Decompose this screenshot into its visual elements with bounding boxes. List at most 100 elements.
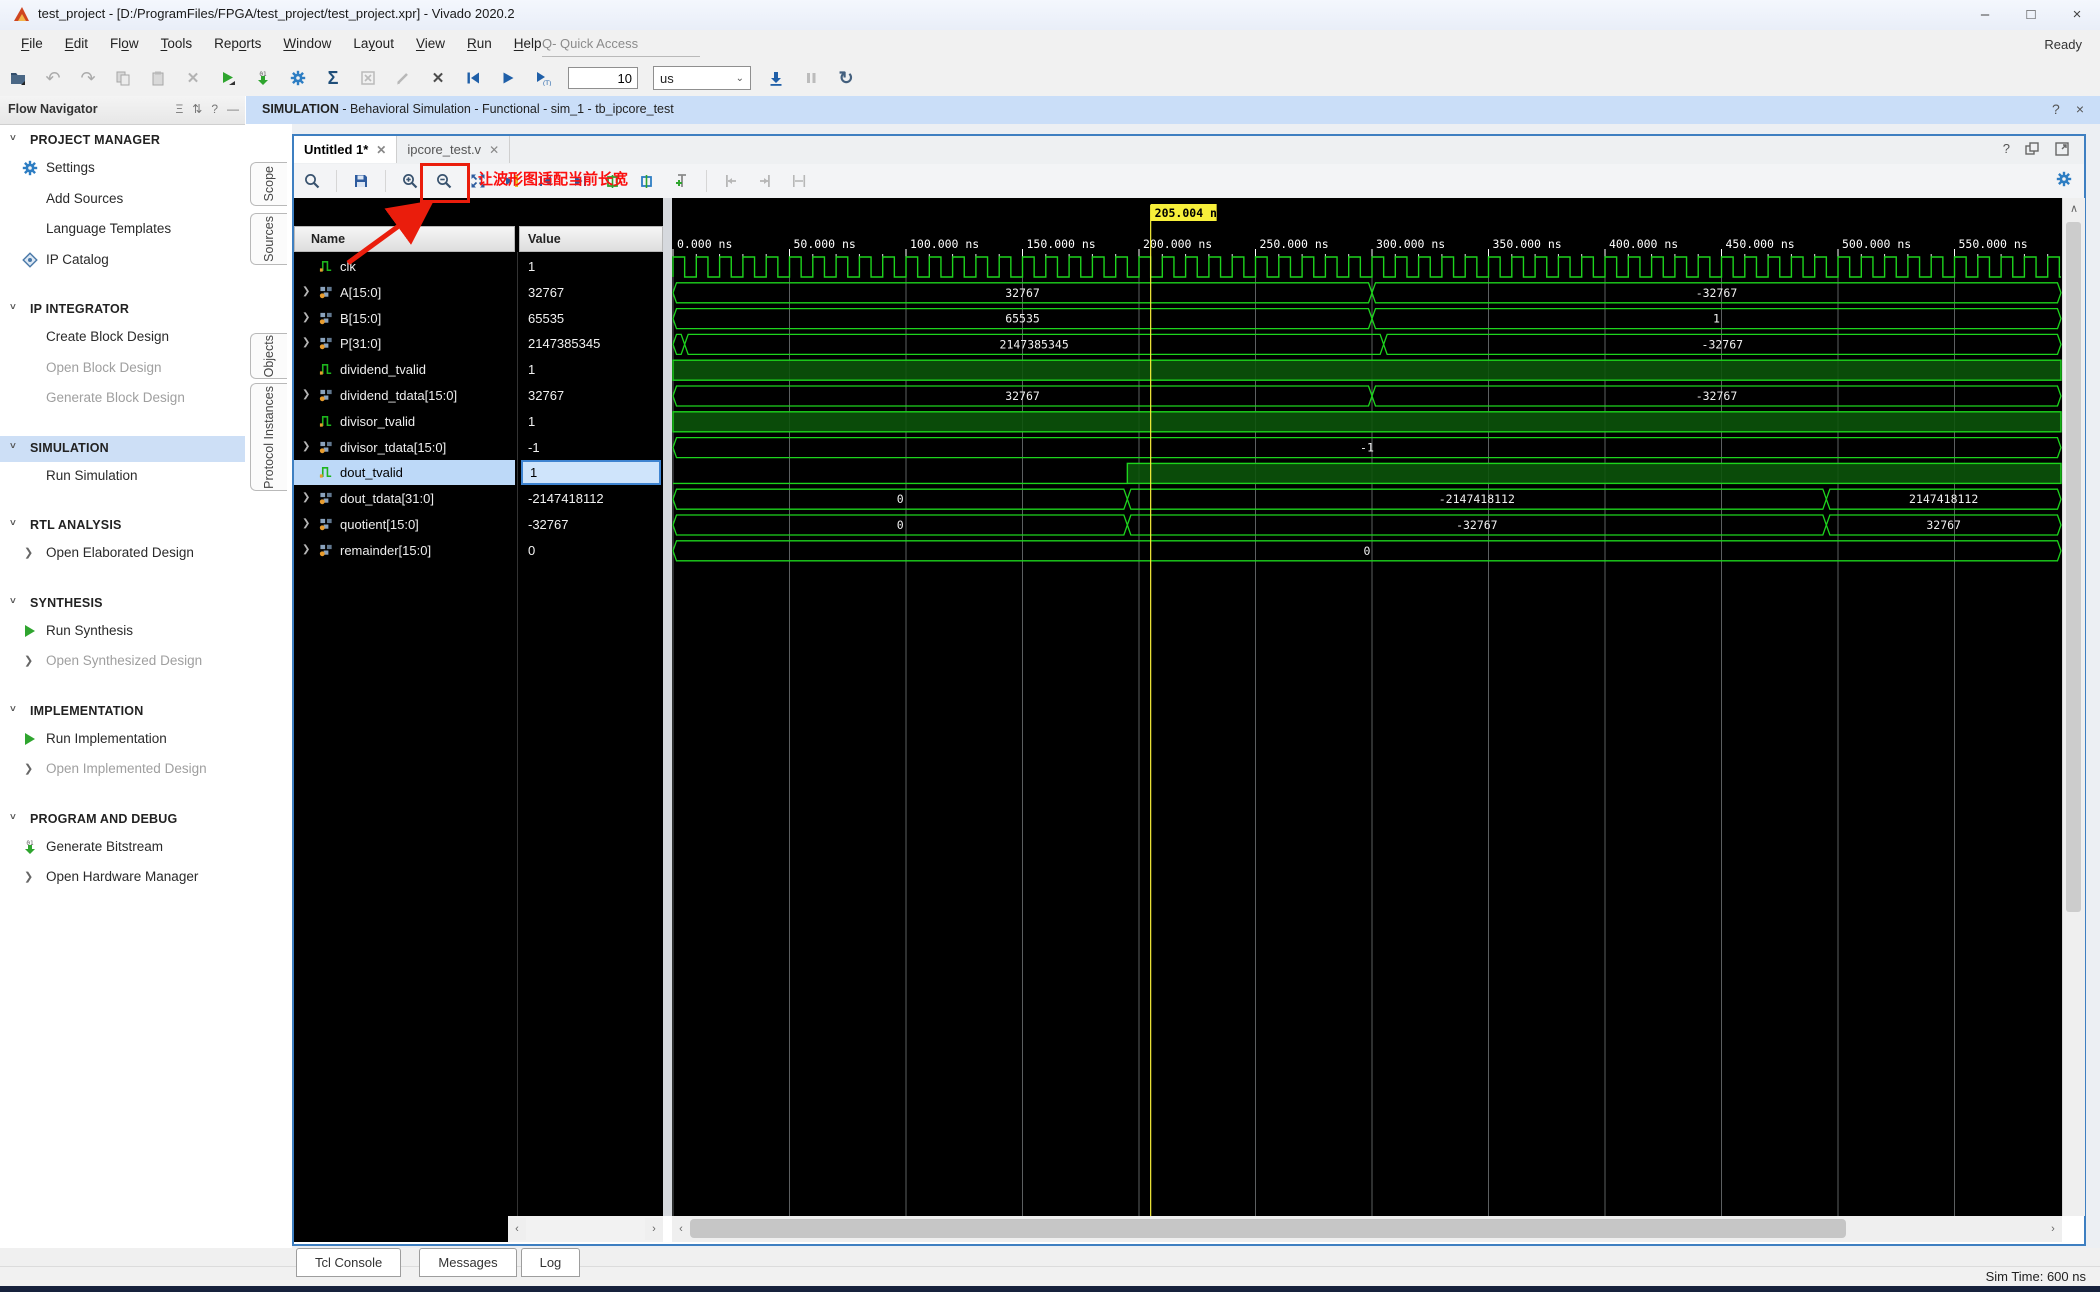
- waveform-canvas[interactable]: 0.000 ns 50.000 ns 100.000 ns 150.000 ns 200…: [672, 198, 2062, 1216]
- signal-row-dout_tdata310[interactable]: ❯ dout_tdata[31:0] -2147418112: [294, 486, 663, 512]
- expand-all-icon[interactable]: ⇅: [192, 102, 202, 116]
- signal-row-dividend_tdata150[interactable]: ❯ dividend_tdata[15:0] 32767: [294, 383, 663, 409]
- expand-icon[interactable]: ❯: [302, 389, 310, 400]
- close-tab-icon[interactable]: ✕: [376, 143, 386, 157]
- swap-cursor-icon[interactable]: [789, 171, 809, 191]
- column-divider[interactable]: [517, 252, 518, 1216]
- signal-row-dout_tvalid[interactable]: dout_tvalid 1: [294, 460, 663, 486]
- menu-layout[interactable]: Layout: [342, 30, 405, 60]
- collapse-all-icon[interactable]: Ξ: [175, 102, 183, 116]
- scroll-right-icon[interactable]: ›: [645, 1218, 663, 1240]
- undo-icon[interactable]: ↶: [43, 68, 63, 88]
- flow-item-language-templates[interactable]: Language Templates: [0, 218, 245, 242]
- signal-name-cell[interactable]: dout_tvalid: [294, 460, 515, 486]
- flow-section-project-manager[interactable]: ˅ PROJECT MANAGER: [0, 128, 245, 154]
- signal-name-cell[interactable]: dividend_tvalid: [294, 357, 515, 382]
- wave-scroll-right-icon[interactable]: ›: [2044, 1218, 2062, 1240]
- flow-section-simulation[interactable]: ˅ SIMULATION: [0, 435, 245, 462]
- wave-horizontal-scrollbar[interactable]: ‹ ›: [672, 1216, 2062, 1242]
- help-icon[interactable]: ?: [211, 102, 218, 116]
- bottom-tab-messages[interactable]: Messages: [419, 1248, 517, 1277]
- scroll-up-icon[interactable]: ∧: [2063, 198, 2085, 220]
- side-tab-objects[interactable]: Objects: [250, 333, 287, 379]
- flow-item-open-implemented-design[interactable]: ❯ Open Implemented Design: [0, 758, 245, 782]
- add-marker-icon[interactable]: [672, 171, 692, 191]
- scroll-left-icon[interactable]: ‹: [508, 1218, 526, 1240]
- flow-item-add-sources[interactable]: Add Sources: [0, 188, 245, 212]
- step-icon[interactable]: [766, 68, 786, 88]
- minimize-panel-icon[interactable]: —: [227, 102, 239, 116]
- menu-file[interactable]: File: [10, 30, 54, 60]
- flow-section-rtl-analysis[interactable]: ˅ RTL ANALYSIS: [0, 513, 245, 539]
- flow-item-run-simulation[interactable]: Run Simulation: [0, 465, 245, 489]
- report-sigma-icon[interactable]: Σ: [323, 68, 343, 88]
- flow-item-create-block-design[interactable]: Create Block Design: [0, 326, 245, 350]
- flow-item-generate-bitstream[interactable]: 01 Generate Bitstream: [0, 836, 245, 860]
- maximize-button[interactable]: □: [2008, 0, 2054, 29]
- expand-icon[interactable]: ❯: [302, 312, 310, 323]
- signal-name-cell[interactable]: ❯ remainder[15:0]: [294, 538, 515, 563]
- signal-row-quotient150[interactable]: ❯ quotient[15:0] -32767: [294, 512, 663, 538]
- flow-section-synthesis[interactable]: ˅ SYNTHESIS: [0, 591, 245, 617]
- generate-bitstream-icon[interactable]: 01: [253, 68, 273, 88]
- flow-item-settings[interactable]: Settings: [0, 157, 245, 181]
- menu-tools[interactable]: Tools: [150, 30, 204, 60]
- settings-gear-icon[interactable]: [288, 68, 308, 88]
- flow-item-open-elaborated-design[interactable]: ❯ Open Elaborated Design: [0, 542, 245, 566]
- signal-name-cell[interactable]: ❯ dividend_tdata[15:0]: [294, 383, 515, 408]
- signal-name-cell[interactable]: ❯ B[15:0]: [294, 306, 515, 331]
- signal-row-p310[interactable]: ❯ P[31:0] 2147385345: [294, 331, 663, 357]
- run-time-input[interactable]: [568, 67, 638, 89]
- close-tab-icon[interactable]: ✕: [489, 143, 499, 157]
- delete-icon[interactable]: ✕: [183, 68, 203, 88]
- flow-section-ip-integrator[interactable]: ˅ IP INTEGRATOR: [0, 297, 245, 323]
- flow-item-generate-block-design[interactable]: Generate Block Design: [0, 387, 245, 411]
- run-for-time-icon[interactable]: (T): [533, 68, 553, 88]
- menu-flow[interactable]: Flow: [99, 30, 150, 60]
- expand-icon[interactable]: ❯: [302, 441, 310, 452]
- wave-scroll-left-icon[interactable]: ‹: [672, 1218, 690, 1240]
- table-wave-splitter[interactable]: [663, 198, 672, 1216]
- flow-item-run-synthesis[interactable]: Run Synthesis: [0, 620, 245, 644]
- paste-icon[interactable]: [148, 68, 168, 88]
- panel-help-icon[interactable]: ?: [2003, 141, 2010, 157]
- vertical-scrollbar[interactable]: ∧: [2062, 198, 2085, 1216]
- side-tab-protocol-instances[interactable]: Protocol Instances: [250, 383, 287, 491]
- table-horizontal-scrollbar[interactable]: ‹ ›: [508, 1216, 663, 1242]
- signal-name-cell[interactable]: divisor_tvalid: [294, 409, 515, 434]
- wave-scroll-thumb[interactable]: [690, 1219, 1846, 1238]
- expand-icon[interactable]: ❯: [302, 492, 310, 503]
- wave-tab-ipcore-test-v[interactable]: ipcore_test.v ✕: [397, 136, 511, 163]
- zoom-in-icon[interactable]: [400, 171, 420, 191]
- close-button[interactable]: ×: [2054, 0, 2100, 29]
- side-tab-scope[interactable]: Scope: [250, 162, 287, 206]
- side-tab-sources[interactable]: Sources: [250, 213, 287, 265]
- previous-transition-icon[interactable]: [721, 171, 741, 191]
- header-close-icon[interactable]: ×: [2076, 101, 2084, 117]
- signal-row-divisor_tvalid[interactable]: divisor_tvalid 1: [294, 409, 663, 435]
- next-marker-icon[interactable]: [638, 171, 658, 191]
- find-icon[interactable]: [302, 171, 322, 191]
- waveform-svg[interactable]: 0.000 ns 50.000 ns 100.000 ns 150.000 ns 200…: [672, 198, 2062, 1216]
- vertical-scroll-thumb[interactable]: [2066, 222, 2081, 912]
- restart-simulation-icon[interactable]: [463, 68, 483, 88]
- quick-access-search[interactable]: Q- Quick Access: [542, 36, 700, 57]
- relaunch-icon[interactable]: ↻: [836, 68, 856, 88]
- signal-name-cell[interactable]: ❯ divisor_tdata[15:0]: [294, 435, 515, 460]
- flow-section-program-and-debug[interactable]: ˅ PROGRAM AND DEBUG: [0, 807, 245, 833]
- expand-icon[interactable]: ❯: [302, 337, 310, 348]
- bottom-tab-tcl-console[interactable]: Tcl Console: [296, 1248, 402, 1277]
- redo-icon[interactable]: ↷: [78, 68, 98, 88]
- signal-row-b150[interactable]: ❯ B[15:0] 65535: [294, 306, 663, 332]
- copy-icon[interactable]: [113, 68, 133, 88]
- next-transition-icon[interactable]: [755, 171, 775, 191]
- validate-icon[interactable]: [358, 68, 378, 88]
- signal-name-cell[interactable]: ❯ dout_tdata[31:0]: [294, 486, 515, 511]
- signal-row-dividend_tvalid[interactable]: dividend_tvalid 1: [294, 357, 663, 383]
- flow-item-ip-catalog[interactable]: IP Catalog: [0, 249, 245, 273]
- signal-name-cell[interactable]: ❯ quotient[15:0]: [294, 512, 515, 537]
- run-all-icon[interactable]: [498, 68, 518, 88]
- break-icon[interactable]: ✕: [428, 68, 448, 88]
- expand-icon[interactable]: ❯: [302, 286, 310, 297]
- menu-view[interactable]: View: [405, 30, 456, 60]
